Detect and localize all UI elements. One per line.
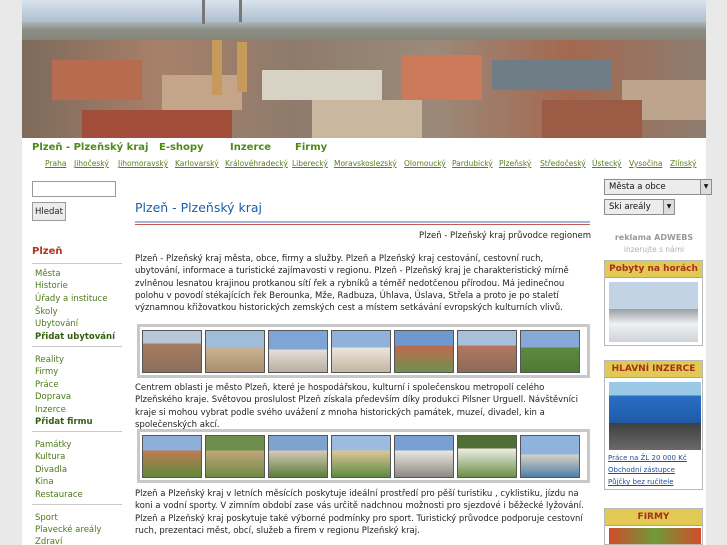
region-link[interactable]: Jihomoravský [118,159,168,168]
mountain-house-photo[interactable] [609,282,698,342]
divider [135,224,590,225]
gallery-photo[interactable] [268,435,328,478]
search-input[interactable] [32,181,116,197]
region-link[interactable]: Vysočina [629,159,662,168]
gallery-photo[interactable] [205,330,265,373]
sidebar-item-kultura[interactable]: Kultura [35,452,65,462]
region-link[interactable]: Plzeňský [499,159,531,168]
region-link[interactable]: Královéhradecký [225,159,288,168]
sidebar-item-zdravi[interactable]: Zdraví [35,537,62,545]
cities-select[interactable]: Města a obce ▼ [604,179,712,195]
ad-link-pujcky[interactable]: Půjčky bez ručitele [608,478,674,486]
companies-banner-image[interactable] [609,528,701,544]
sidebar-item-skoly[interactable]: Školy [35,307,58,317]
region-link[interactable]: Praha [45,159,66,168]
page: Plzeň - Plzeňský kraj E-shopy Inzerce Fi… [22,0,712,545]
tagline: Plzeň - Plzeňský kraj průvodce regionem [419,231,591,241]
ad-link-obchodni-zastupce[interactable]: Obchodní zástupce [608,466,675,474]
sidebar-item-pridat-ubytovani[interactable]: Přidat ubytování [35,332,115,342]
sidebar-item-restaurace[interactable]: Restaurace [35,490,83,500]
sidebar-item-ubytovani[interactable]: Ubytování [35,319,78,329]
gallery-photo[interactable] [142,435,202,478]
sidebar-item-prace[interactable]: Práce [35,380,59,390]
sidebar-item-kina[interactable]: Kina [35,477,54,487]
main-ads-box: HLAVNÍ INZERCE Práce na ŽL 20 000 Kč Obc… [604,360,703,490]
sidebar-item-pridat-firmu[interactable]: Přidat firmu [35,417,93,427]
divider [32,263,122,264]
sidebar-item-plavecke-arealy[interactable]: Plavecké areály [35,525,102,535]
chevron-down-icon: ▼ [663,200,674,214]
right-sidebar: Města a obce ▼ Ski areály ▼ reklama ADWE… [602,174,712,545]
gallery-photo[interactable] [457,330,517,373]
divider [32,504,122,505]
gallery-photo[interactable] [394,330,454,373]
left-sidebar: Hledat Plzeň Města Historie Úřady a inst… [22,174,127,545]
sidebar-item-reality[interactable]: Reality [35,355,64,365]
region-link[interactable]: Zlínský [670,159,696,168]
divider [135,221,590,223]
nav-eshopy[interactable]: E-shopy [159,142,204,153]
sidebar-item-firmy[interactable]: Firmy [35,367,58,377]
sidebar-item-historie[interactable]: Historie [35,281,68,291]
sidebar-item-mesta[interactable]: Města [35,269,61,279]
page-title: Plzeň - Plzeňský kraj [135,200,263,215]
region-link[interactable]: Olomoucký [404,159,446,168]
sidebar-item-doprava[interactable]: Doprava [35,392,71,402]
gallery-photo[interactable] [205,435,265,478]
region-link[interactable]: Ústecký [592,159,622,168]
companies-box: FIRMY [604,508,703,545]
companies-title: FIRMY [605,509,702,526]
intro-paragraph: Plzeň - Plzeňský kraj města, obce, firmy… [135,254,569,314]
gallery-photo[interactable] [142,330,202,373]
center-paragraph: Centrem oblasti je město Plzeň, které je… [135,383,578,430]
region-links-bar: Praha Jihočeský Jihomoravský Karlovarský… [22,158,706,172]
sidebar-item-divadla[interactable]: Divadla [35,465,67,475]
cities-select-value: Města a obce [609,182,666,192]
ski-areas-select-value: Ski areály [609,202,651,212]
region-link[interactable]: Liberecký [292,159,328,168]
sidebar-item-pamatky[interactable]: Památky [35,440,71,450]
gallery-photo[interactable] [520,435,580,478]
ski-areas-select[interactable]: Ski areály ▼ [604,199,675,215]
header-panorama-image [22,0,706,138]
main-ads-title: HLAVNÍ INZERCE [605,361,702,378]
gallery-photo[interactable] [331,330,391,373]
nav-plzen-kraj[interactable]: Plzeň - Plzeňský kraj [32,142,148,153]
region-link[interactable]: Jihočeský [74,159,109,168]
mountain-stays-title[interactable]: Pobyty na horách [605,261,702,278]
gallery-photo[interactable] [268,330,328,373]
region-link[interactable]: Středočeský [540,159,586,168]
photo-gallery-1 [137,324,590,378]
photo-gallery-2 [137,429,590,483]
divider [32,431,122,432]
nav-inzerce[interactable]: Inzerce [230,142,271,153]
ad-label: reklama ADWEBS [614,233,694,242]
sidebar-item-sport[interactable]: Sport [35,513,58,523]
ad-subtitle[interactable]: inzerujte s námi [602,245,706,254]
region-link[interactable]: Pardubický [452,159,493,168]
sidebar-item-inzerce[interactable]: Inzerce [35,405,66,415]
mountain-stays-box: Pobyty na horách [604,260,703,346]
divider [32,346,122,347]
gallery-photo[interactable] [520,330,580,373]
car-photo[interactable] [609,382,701,450]
search-button[interactable]: Hledat [32,202,66,221]
gallery-photo[interactable] [331,435,391,478]
chevron-down-icon: ▼ [700,180,711,194]
sidebar-heading: Plzeň [32,246,63,257]
ad-link-prace[interactable]: Práce na ŽL 20 000 Kč [608,454,687,462]
sidebar-item-urady[interactable]: Úřady a instituce [35,294,107,304]
nav-firmy[interactable]: Firmy [295,142,327,153]
activities-paragraph: Plzeň a Plzeňský kraj v letních měsících… [135,489,584,536]
region-link[interactable]: Moravskoslezský [334,159,397,168]
region-link[interactable]: Karlovarský [175,159,219,168]
gallery-photo[interactable] [394,435,454,478]
top-navigation: Plzeň - Plzeňský kraj E-shopy Inzerce Fi… [22,138,706,158]
gallery-photo[interactable] [457,435,517,478]
